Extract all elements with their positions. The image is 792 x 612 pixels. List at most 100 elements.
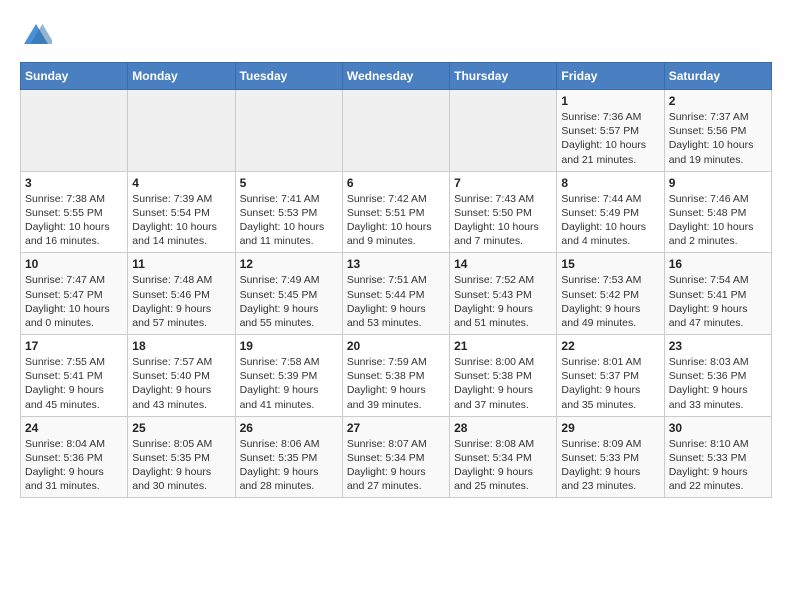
day-number: 29 — [561, 421, 659, 435]
calendar-cell: 20 Sunrise: 7:59 AM Sunset: 5:38 PM Dayli… — [342, 335, 449, 417]
calendar-cell: 13 Sunrise: 7:51 AM Sunset: 5:44 PM Dayli… — [342, 253, 449, 335]
calendar-week-row: 17 Sunrise: 7:55 AM Sunset: 5:41 PM Dayli… — [21, 335, 772, 417]
day-number: 11 — [132, 257, 230, 271]
day-info: Sunrise: 7:42 AM Sunset: 5:51 PM Dayligh… — [347, 192, 445, 249]
calendar-cell: 28 Sunrise: 8:08 AM Sunset: 5:34 PM Dayli… — [450, 416, 557, 498]
day-info: Sunrise: 7:38 AM Sunset: 5:55 PM Dayligh… — [25, 192, 123, 249]
calendar-cell: 27 Sunrise: 8:07 AM Sunset: 5:34 PM Dayli… — [342, 416, 449, 498]
day-number: 1 — [561, 94, 659, 108]
day-number: 10 — [25, 257, 123, 271]
day-number: 27 — [347, 421, 445, 435]
calendar-cell — [342, 90, 449, 172]
calendar-cell: 10 Sunrise: 7:47 AM Sunset: 5:47 PM Dayli… — [21, 253, 128, 335]
calendar-cell: 6 Sunrise: 7:42 AM Sunset: 5:51 PM Daylig… — [342, 171, 449, 253]
calendar-week-row: 24Sunrise: 8:04 AM Sunset: 5:36 PM Dayli… — [21, 416, 772, 498]
day-of-week-header: Tuesday — [235, 63, 342, 90]
day-of-week-header: Monday — [128, 63, 235, 90]
logo-icon — [20, 20, 52, 52]
day-info: Sunrise: 7:54 AM Sunset: 5:41 PM Dayligh… — [669, 273, 767, 330]
day-number: 22 — [561, 339, 659, 353]
calendar-cell — [235, 90, 342, 172]
day-number: 20 — [347, 339, 445, 353]
day-info: Sunrise: 8:08 AM Sunset: 5:34 PM Dayligh… — [454, 437, 552, 494]
day-number: 9 — [669, 176, 767, 190]
calendar-cell: 8 Sunrise: 7:44 AM Sunset: 5:49 PM Daylig… — [557, 171, 664, 253]
day-number: 6 — [347, 176, 445, 190]
calendar-cell: 18 Sunrise: 7:57 AM Sunset: 5:40 PM Dayli… — [128, 335, 235, 417]
calendar-cell: 14 Sunrise: 7:52 AM Sunset: 5:43 PM Dayli… — [450, 253, 557, 335]
day-of-week-header: Thursday — [450, 63, 557, 90]
day-info: Sunrise: 8:09 AM Sunset: 5:33 PM Dayligh… — [561, 437, 659, 494]
page-header — [20, 20, 772, 52]
day-info: Sunrise: 7:46 AM Sunset: 5:48 PM Dayligh… — [669, 192, 767, 249]
day-info: Sunrise: 8:01 AM Sunset: 5:37 PM Dayligh… — [561, 355, 659, 412]
calendar-cell: 17 Sunrise: 7:55 AM Sunset: 5:41 PM Dayli… — [21, 335, 128, 417]
day-info: Sunrise: 7:59 AM Sunset: 5:38 PM Dayligh… — [347, 355, 445, 412]
calendar-cell: 12 Sunrise: 7:49 AM Sunset: 5:45 PM Dayli… — [235, 253, 342, 335]
day-number: 7 — [454, 176, 552, 190]
calendar-week-row: 1 Sunrise: 7:36 AM Sunset: 5:57 PM Daylig… — [21, 90, 772, 172]
day-number: 2 — [669, 94, 767, 108]
day-info: Sunrise: 7:58 AM Sunset: 5:39 PM Dayligh… — [240, 355, 338, 412]
day-number: 26 — [240, 421, 338, 435]
calendar-cell: 15 Sunrise: 7:53 AM Sunset: 5:42 PM Dayli… — [557, 253, 664, 335]
day-info: Sunrise: 8:05 AM Sunset: 5:35 PM Dayligh… — [132, 437, 230, 494]
calendar-cell: 30 Sunrise: 8:10 AM Sunset: 5:33 PM Dayli… — [664, 416, 771, 498]
day-info: Sunrise: 7:36 AM Sunset: 5:57 PM Dayligh… — [561, 110, 659, 167]
calendar-cell: 19 Sunrise: 7:58 AM Sunset: 5:39 PM Dayli… — [235, 335, 342, 417]
calendar-cell: 4Sunrise: 7:39 AM Sunset: 5:54 PM Daylig… — [128, 171, 235, 253]
day-number: 18 — [132, 339, 230, 353]
calendar-cell: 24Sunrise: 8:04 AM Sunset: 5:36 PM Dayli… — [21, 416, 128, 498]
day-number: 3 — [25, 176, 123, 190]
day-number: 8 — [561, 176, 659, 190]
day-number: 17 — [25, 339, 123, 353]
day-number: 25 — [132, 421, 230, 435]
day-number: 19 — [240, 339, 338, 353]
day-info: Sunrise: 8:10 AM Sunset: 5:33 PM Dayligh… — [669, 437, 767, 494]
calendar-cell: 22 Sunrise: 8:01 AM Sunset: 5:37 PM Dayli… — [557, 335, 664, 417]
day-number: 28 — [454, 421, 552, 435]
calendar-cell: 9 Sunrise: 7:46 AM Sunset: 5:48 PM Daylig… — [664, 171, 771, 253]
day-info: Sunrise: 7:51 AM Sunset: 5:44 PM Dayligh… — [347, 273, 445, 330]
day-info: Sunrise: 7:52 AM Sunset: 5:43 PM Dayligh… — [454, 273, 552, 330]
day-number: 30 — [669, 421, 767, 435]
day-info: Sunrise: 7:57 AM Sunset: 5:40 PM Dayligh… — [132, 355, 230, 412]
calendar-week-row: 3 Sunrise: 7:38 AM Sunset: 5:55 PM Daylig… — [21, 171, 772, 253]
calendar-table: SundayMondayTuesdayWednesdayThursdayFrid… — [20, 62, 772, 498]
logo — [20, 20, 56, 52]
day-info: Sunrise: 8:00 AM Sunset: 5:38 PM Dayligh… — [454, 355, 552, 412]
calendar-cell: 16 Sunrise: 7:54 AM Sunset: 5:41 PM Dayli… — [664, 253, 771, 335]
calendar-cell: 25 Sunrise: 8:05 AM Sunset: 5:35 PM Dayli… — [128, 416, 235, 498]
day-number: 16 — [669, 257, 767, 271]
day-of-week-header: Saturday — [664, 63, 771, 90]
day-info: Sunrise: 7:47 AM Sunset: 5:47 PM Dayligh… — [25, 273, 123, 330]
day-info: Sunrise: 8:03 AM Sunset: 5:36 PM Dayligh… — [669, 355, 767, 412]
day-info: Sunrise: 7:43 AM Sunset: 5:50 PM Dayligh… — [454, 192, 552, 249]
calendar-cell — [21, 90, 128, 172]
day-info: Sunrise: 7:49 AM Sunset: 5:45 PM Dayligh… — [240, 273, 338, 330]
day-number: 14 — [454, 257, 552, 271]
day-info: Sunrise: 7:44 AM Sunset: 5:49 PM Dayligh… — [561, 192, 659, 249]
day-number: 15 — [561, 257, 659, 271]
day-number: 13 — [347, 257, 445, 271]
day-info: Sunrise: 7:48 AM Sunset: 5:46 PM Dayligh… — [132, 273, 230, 330]
day-info: Sunrise: 8:06 AM Sunset: 5:35 PM Dayligh… — [240, 437, 338, 494]
calendar-cell — [450, 90, 557, 172]
day-info: Sunrise: 8:07 AM Sunset: 5:34 PM Dayligh… — [347, 437, 445, 494]
day-info: Sunrise: 7:55 AM Sunset: 5:41 PM Dayligh… — [25, 355, 123, 412]
day-of-week-header: Sunday — [21, 63, 128, 90]
day-info: Sunrise: 7:53 AM Sunset: 5:42 PM Dayligh… — [561, 273, 659, 330]
day-number: 5 — [240, 176, 338, 190]
day-info: Sunrise: 7:37 AM Sunset: 5:56 PM Dayligh… — [669, 110, 767, 167]
day-number: 23 — [669, 339, 767, 353]
calendar-cell: 21 Sunrise: 8:00 AM Sunset: 5:38 PM Dayli… — [450, 335, 557, 417]
calendar-cell: 7 Sunrise: 7:43 AM Sunset: 5:50 PM Daylig… — [450, 171, 557, 253]
calendar-cell: 5Sunrise: 7:41 AM Sunset: 5:53 PM Daylig… — [235, 171, 342, 253]
calendar-header-row: SundayMondayTuesdayWednesdayThursdayFrid… — [21, 63, 772, 90]
day-number: 12 — [240, 257, 338, 271]
day-number: 21 — [454, 339, 552, 353]
calendar-cell: 1 Sunrise: 7:36 AM Sunset: 5:57 PM Daylig… — [557, 90, 664, 172]
calendar-cell: 11 Sunrise: 7:48 AM Sunset: 5:46 PM Dayli… — [128, 253, 235, 335]
calendar-cell: 23 Sunrise: 8:03 AM Sunset: 5:36 PM Dayli… — [664, 335, 771, 417]
calendar-cell: 26 Sunrise: 8:06 AM Sunset: 5:35 PM Dayli… — [235, 416, 342, 498]
